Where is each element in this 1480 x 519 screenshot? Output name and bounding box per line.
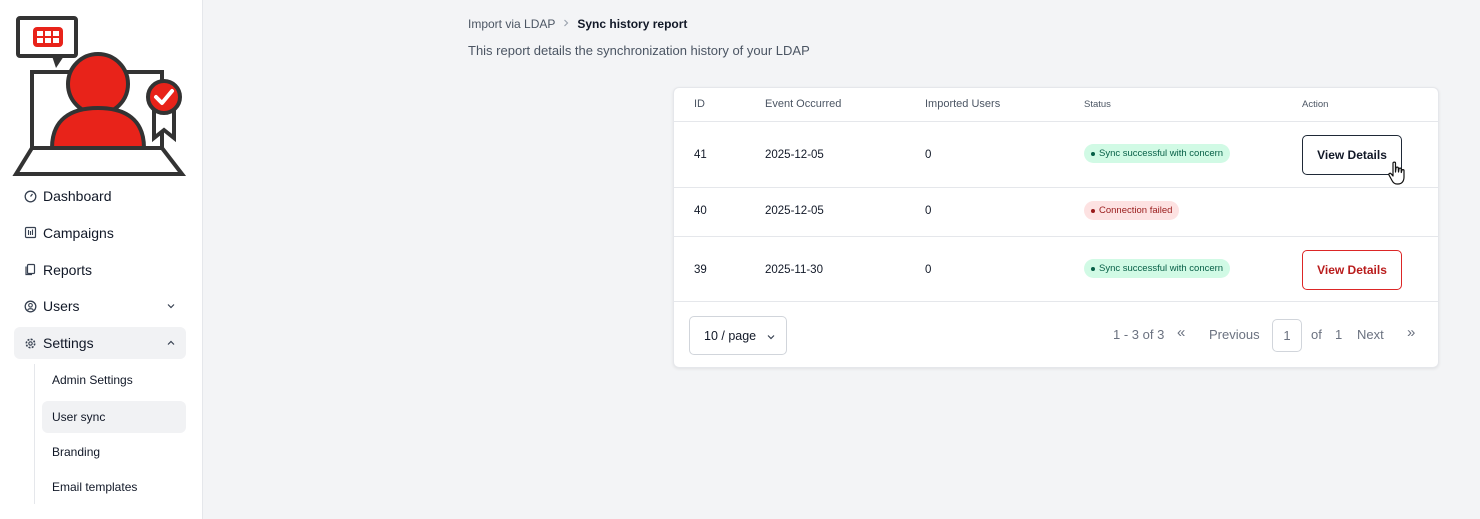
page-size-select[interactable]: 10 / page [689, 316, 787, 355]
last-page-icon[interactable]: » [1407, 324, 1415, 341]
sidebar-subitem-branding[interactable]: Branding [42, 436, 186, 468]
sidebar-item-users[interactable]: Users [14, 290, 186, 322]
breadcrumb-parent-link[interactable]: Import via LDAP [468, 17, 555, 31]
hand-pointer-icon [1388, 161, 1405, 185]
breadcrumb-current: Sync history report [577, 17, 688, 31]
status-badge-label: Sync successful with concern [1099, 148, 1224, 159]
document-icon [24, 263, 37, 276]
sidebar-item-label: Users [43, 298, 80, 315]
sidebar-item-label: Settings [43, 335, 94, 352]
total-pages: 1 [1335, 327, 1343, 342]
first-page-icon[interactable]: « [1177, 324, 1185, 341]
cell-imported-users: 0 [925, 205, 932, 217]
status-badge: Sync successful with concern [1084, 259, 1231, 278]
gauge-icon [24, 190, 37, 203]
chevron-up-icon[interactable] [166, 338, 176, 348]
sidebar-item-dashboard[interactable]: Dashboard [14, 180, 186, 212]
page-description: This report details the synchronization … [468, 43, 810, 58]
sidebar-item-reports[interactable]: Reports [14, 254, 186, 286]
cell-event-date: 2025-12-05 [765, 205, 824, 217]
gear-icon [24, 337, 37, 350]
submenu-divider [34, 364, 35, 504]
user-circle-icon [24, 300, 37, 313]
breadcrumb: Import via LDAP Sync history report [468, 16, 687, 32]
pagination-range: 1 - 3 of 3 [1113, 327, 1165, 342]
sync-history-table: ID Event Occurred Imported Users Status … [673, 87, 1439, 368]
column-header-id: ID [694, 98, 705, 110]
page-size-value: 10 / page [704, 328, 757, 343]
cell-imported-users: 0 [925, 149, 932, 161]
brand-logo [12, 16, 187, 176]
table-header: ID Event Occurred Imported Users Status … [674, 88, 1438, 122]
previous-page-button[interactable]: Previous [1209, 327, 1260, 342]
sidebar-nav: Dashboard Campaigns Reports Users Settin… [14, 180, 186, 364]
sidebar-item-campaigns[interactable]: Campaigns [14, 217, 186, 249]
status-dot-icon [1091, 208, 1095, 213]
column-header-imported: Imported Users [925, 98, 1001, 110]
pagination-bar: 10 / page 1 - 3 of 3 « Previous 1 of 1 N… [674, 302, 1438, 368]
status-badge: Sync successful with concern [1084, 144, 1231, 163]
status-badge-label: Connection failed [1099, 205, 1173, 216]
table-row: 41 2025-12-05 0 Sync successful with con… [674, 122, 1438, 188]
status-dot-icon [1091, 151, 1095, 156]
column-header-event: Event Occurred [765, 98, 842, 110]
pagination-of: of [1311, 327, 1322, 342]
sidebar-item-label: Reports [43, 261, 93, 278]
sidebar-item-label: Dashboard [43, 188, 112, 204]
table-row: 40 2025-12-05 0 Connection failed [674, 188, 1438, 237]
cell-id: 39 [694, 264, 707, 276]
column-header-status: Status [1084, 99, 1111, 110]
next-page-button[interactable]: Next [1357, 327, 1384, 342]
sidebar: Dashboard Campaigns Reports Users Settin… [0, 0, 203, 519]
chart-icon [24, 226, 37, 239]
sidebar-subitem-email-templates[interactable]: Email templates [42, 471, 186, 503]
column-header-action: Action [1302, 99, 1329, 110]
current-page-input[interactable]: 1 [1272, 319, 1302, 352]
cell-imported-users: 0 [925, 264, 932, 276]
status-dot-icon [1091, 266, 1095, 271]
chevron-right-icon [563, 19, 569, 30]
table-row: 39 2025-11-30 0 Sync successful with con… [674, 237, 1438, 302]
cell-id: 40 [694, 205, 707, 217]
view-details-button[interactable]: View Details [1302, 250, 1402, 290]
cell-event-date: 2025-12-05 [765, 149, 824, 161]
sidebar-subitem-user-sync[interactable]: User sync [42, 401, 186, 433]
chevron-down-icon[interactable] [166, 301, 176, 311]
chevron-down-icon [766, 331, 776, 341]
status-badge: Connection failed [1084, 201, 1180, 220]
sidebar-subitem-admin-settings[interactable]: Admin Settings [42, 364, 186, 396]
status-badge-label: Sync successful with concern [1099, 263, 1224, 274]
cell-event-date: 2025-11-30 [765, 264, 823, 276]
sidebar-item-label: Campaigns [43, 224, 114, 241]
cell-id: 41 [694, 149, 707, 161]
sidebar-item-settings[interactable]: Settings [14, 327, 186, 360]
